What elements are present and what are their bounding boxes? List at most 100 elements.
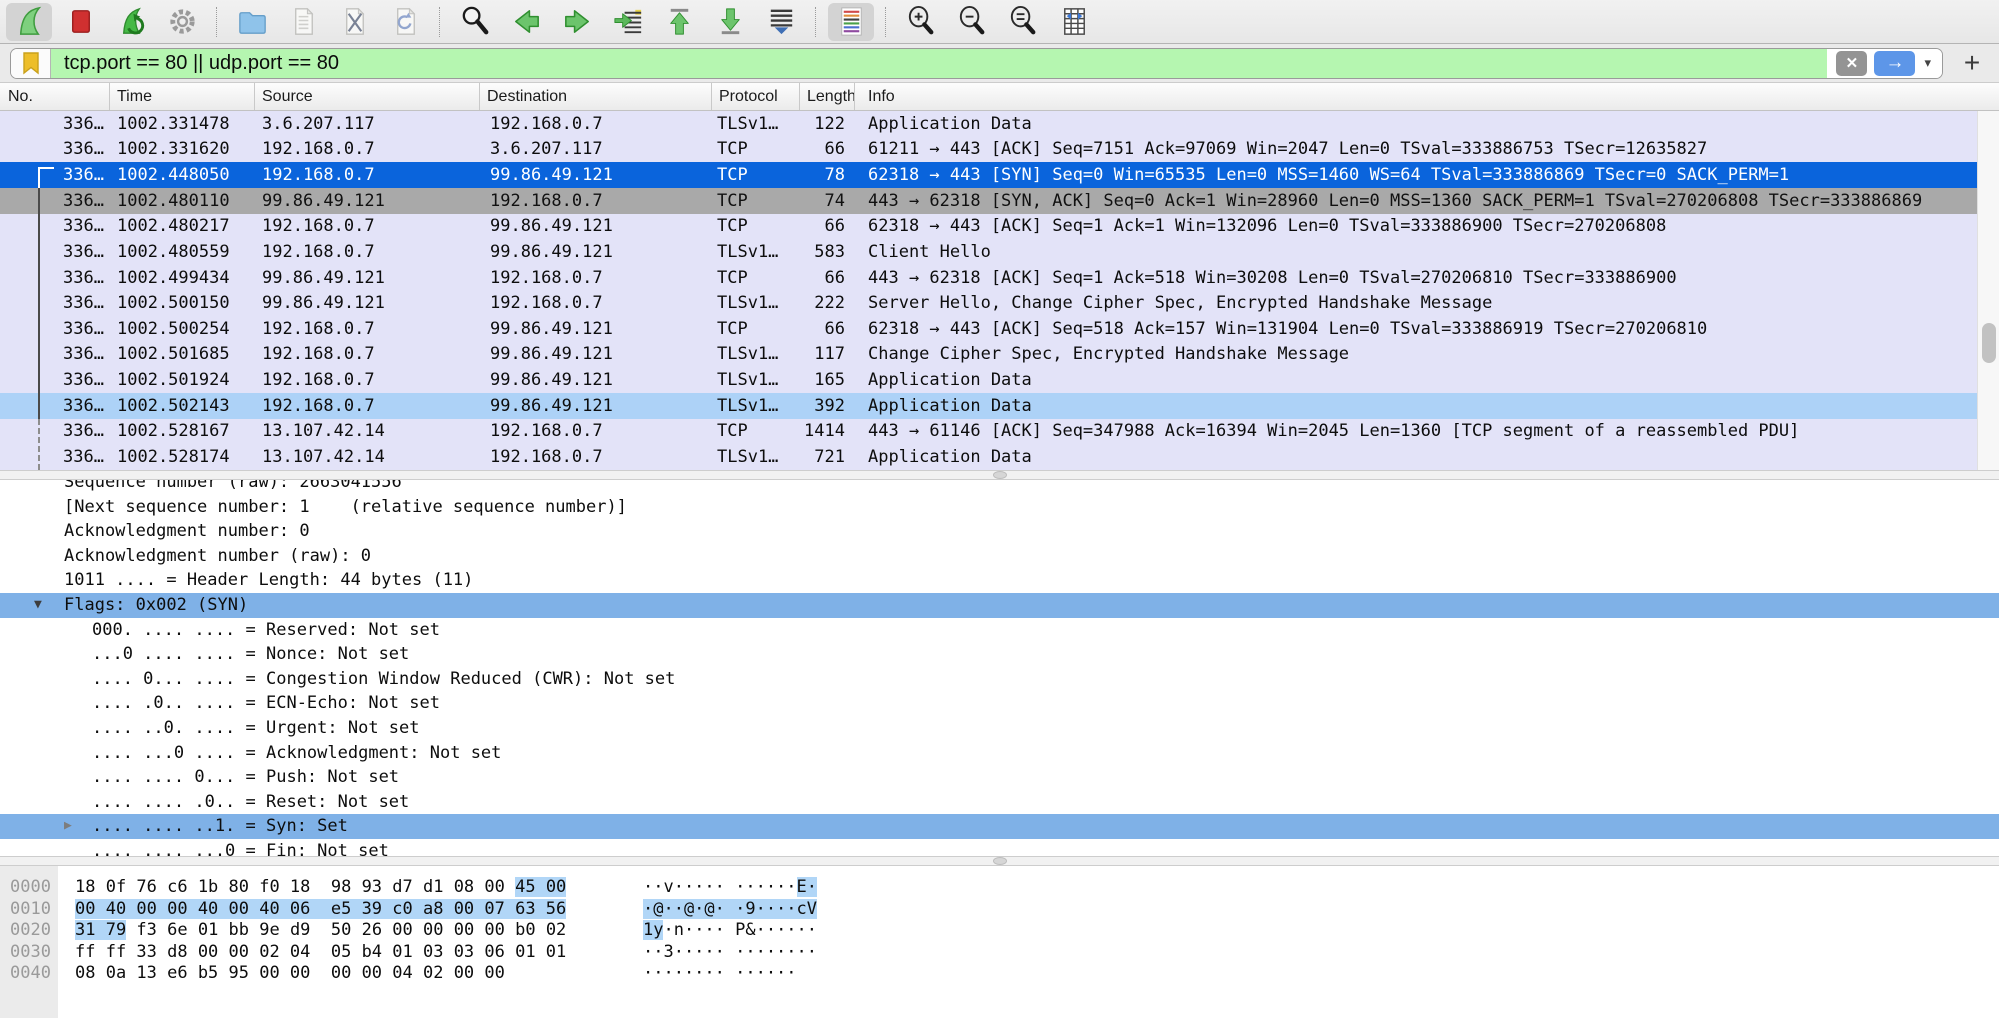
ascii-text[interactable]: ··3····· ········ [643,942,817,962]
packet-row[interactable]: 336…1002.52816713.107.42.14192.168.0.7TC… [0,419,1977,445]
go-first-button[interactable] [656,3,702,41]
go-previous-button[interactable] [503,3,549,41]
packet-row[interactable]: 336…1002.480217192.168.0.799.86.49.121TC… [0,214,1977,240]
column-header-time[interactable]: Time [110,83,255,110]
cell-protocol: TLSv1… [712,370,800,390]
detail-line-flags-selected[interactable]: ▼Flags: 0x002 (SYN) [0,593,1999,618]
filter-bookmark-button[interactable] [11,49,51,78]
hex-row[interactable]: 001000 40 00 00 40 00 40 06 e5 39 c0 a8 … [0,899,1999,921]
hex-bytes-highlight[interactable]: 00 40 00 00 40 00 40 06 e5 39 c0 a8 00 0… [75,899,566,919]
packet-row[interactable]: 336…1002.49943499.86.49.121192.168.0.7TC… [0,265,1977,291]
ascii-text-highlight[interactable]: ·@··@·@· ·9····cV [643,899,817,919]
column-header-source[interactable]: Source [255,83,480,110]
packet-row-highlighted[interactable]: 336…1002.502143192.168.0.799.86.49.121TL… [0,393,1977,419]
column-header-destination[interactable]: Destination [480,83,712,110]
cell-source: 192.168.0.7 [255,139,480,159]
hex-row[interactable]: 000018 0f 76 c6 1b 80 f0 18 98 93 d7 d1 … [0,877,1999,899]
column-header-info[interactable]: Info [855,83,1999,110]
packet-row-selected[interactable]: 336…1002.448050192.168.0.799.86.49.121TC… [0,162,1977,188]
filter-add-button[interactable]: + [1955,48,1989,79]
hex-offset: 0020 [10,920,51,942]
zoom-normal-button[interactable] [1000,3,1046,41]
colorize-button[interactable] [828,3,874,41]
ascii-text-highlight[interactable]: 1y [643,920,663,940]
ascii-text[interactable]: ·n···· P&······ [663,920,817,940]
detail-line[interactable]: .... .... 0... = Push: Not set [0,765,1999,790]
detail-line[interactable]: Sequence number (raw): 2663041556 [0,480,1999,495]
packet-row[interactable]: 336…1002.331620192.168.0.73.6.207.117TCP… [0,137,1977,163]
zoom-out-button[interactable] [949,3,995,41]
packet-rows: 336…1002.3314783.6.207.117192.168.0.7TLS… [0,111,1977,470]
pane-splitter-bottom[interactable] [0,856,1999,866]
ascii-text-highlight[interactable]: E· [797,877,817,897]
detail-line-syn-selected[interactable]: ▶.... .... ..1. = Syn: Set [0,814,1999,839]
hex-row[interactable]: 0020 31 79 f3 6e 01 bb 9e d9 50 26 00 00 … [0,920,1999,942]
cell-time: 1002.500254 [110,319,255,339]
hex-row[interactable]: 0030ff ff 33 d8 00 00 02 04 05 b4 01 03 … [0,942,1999,964]
hex-bytes[interactable]: 18 0f 76 c6 1b 80 f0 18 98 93 d7 d1 08 0… [75,877,515,897]
capture-options-button[interactable] [159,3,205,41]
packet-row[interactable]: 336…1002.480559192.168.0.799.86.49.121TL… [0,239,1977,265]
packet-row[interactable]: 336…1002.50015099.86.49.121192.168.0.7TL… [0,290,1977,316]
go-to-packet-button[interactable] [605,3,651,41]
detail-line[interactable]: 000. .... .... = Reserved: Not set [0,618,1999,643]
detail-line[interactable]: Acknowledgment number (raw): 0 [0,544,1999,569]
column-header-length[interactable]: Length [800,83,855,110]
hex-bytes[interactable]: ff ff 33 d8 00 00 02 04 05 b4 01 03 03 0… [75,942,566,962]
packet-row[interactable]: 336…1002.501685192.168.0.799.86.49.121TL… [0,342,1977,368]
cell-protocol: TLSv1… [712,396,800,416]
filter-clear-button[interactable]: ✕ [1836,51,1867,76]
filter-field-buttons: ✕ → ▾ [1827,49,1942,78]
expander-down-icon[interactable]: ▼ [34,593,42,618]
packet-row[interactable]: 336…1002.3314783.6.207.117192.168.0.7TLS… [0,111,1977,137]
display-filter-field[interactable]: tcp.port == 80 || udp.port == 80 ✕ → ▾ [10,48,1943,79]
stop-capture-button[interactable] [57,3,103,41]
ascii-text[interactable]: ··v····· ······ [643,877,797,897]
filter-dropdown-caret[interactable]: ▾ [1922,55,1933,71]
detail-line[interactable]: ...0 .... .... = Nonce: Not set [0,642,1999,667]
detail-line[interactable]: .... ...0 .... = Acknowledgment: Not set [0,741,1999,766]
find-packet-button[interactable] [452,3,498,41]
packet-row[interactable]: 336…1002.501924192.168.0.799.86.49.121TL… [0,367,1977,393]
pane-splitter-top[interactable] [0,470,1999,480]
ascii-text[interactable]: ········ ······ [643,963,797,983]
packet-row[interactable]: 336…1002.52817413.107.42.14192.168.0.7TL… [0,444,1977,470]
expander-right-icon[interactable]: ▶ [64,814,72,839]
filter-apply-button[interactable]: → [1874,51,1915,76]
go-last-button[interactable] [707,3,753,41]
zoom-in-button[interactable] [898,3,944,41]
scrollbar-thumb[interactable] [1982,323,1996,363]
save-file-button[interactable] [280,3,326,41]
detail-text: 1011 .... = Header Length: 44 bytes (11) [64,570,473,590]
close-file-button[interactable] [331,3,377,41]
detail-line[interactable]: .... .0.. .... = ECN-Echo: Not set [0,691,1999,716]
hex-bytes-highlight[interactable]: 45 00 [515,877,566,897]
cell-time: 1002.500150 [110,293,255,313]
detail-line[interactable]: 1011 .... = Header Length: 44 bytes (11) [0,568,1999,593]
start-capture-button[interactable] [6,3,52,41]
restart-capture-button[interactable] [108,3,154,41]
open-file-button[interactable] [229,3,275,41]
hex-bytes-highlight[interactable]: 31 79 [75,920,126,940]
column-header-protocol[interactable]: Protocol [712,83,800,110]
detail-line[interactable]: [Next sequence number: 1 (relative seque… [0,495,1999,520]
filter-input[interactable]: tcp.port == 80 || udp.port == 80 [51,49,1827,78]
packet-row-related[interactable]: 336…1002.48011099.86.49.121192.168.0.7TC… [0,188,1977,214]
auto-scroll-button[interactable] [758,3,804,41]
cell-time: 1002.528167 [110,421,255,441]
hex-bytes[interactable]: 08 0a 13 e6 b5 95 00 00 00 00 04 02 00 0… [75,963,505,983]
resize-columns-button[interactable] [1051,3,1097,41]
detail-line[interactable]: .... ..0. .... = Urgent: Not set [0,716,1999,741]
hex-row[interactable]: 004008 0a 13 e6 b5 95 00 00 00 00 04 02 … [0,963,1999,985]
detail-line[interactable]: Acknowledgment number: 0 [0,519,1999,544]
reload-file-button[interactable] [382,3,428,41]
cell-info: 62318 → 443 [SYN] Seq=0 Win=65535 Len=0 … [855,165,1977,185]
detail-line[interactable]: .... .... ...0 = Fin: Not set [0,839,1999,856]
packet-row[interactable]: 336…1002.500254192.168.0.799.86.49.121TC… [0,316,1977,342]
detail-line[interactable]: .... 0... .... = Congestion Window Reduc… [0,667,1999,692]
packet-list-scrollbar[interactable] [1977,111,1999,470]
detail-line[interactable]: .... .... .0.. = Reset: Not set [0,790,1999,815]
go-next-button[interactable] [554,3,600,41]
hex-bytes[interactable]: f3 6e 01 bb 9e d9 50 26 00 00 00 00 b0 0… [126,920,566,940]
column-header-no[interactable]: No. [0,83,110,110]
